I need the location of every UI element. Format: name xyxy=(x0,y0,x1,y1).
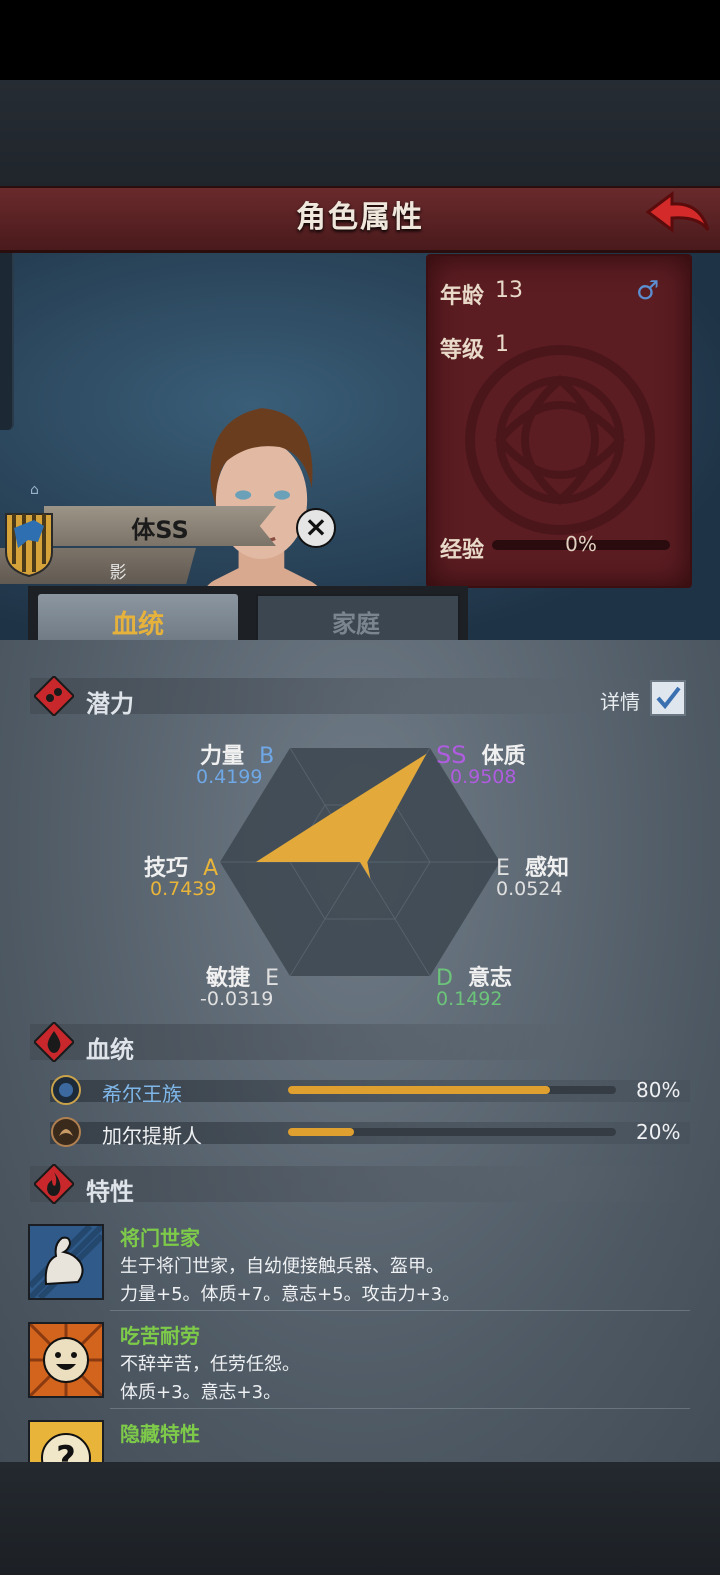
stat-value: -0.0319 xyxy=(200,988,274,1010)
back-arrow-icon[interactable] xyxy=(642,190,712,242)
exp-value: 0% xyxy=(565,532,597,556)
stat-value: 0.0524 xyxy=(496,878,563,900)
stat-value: 0.7439 xyxy=(150,878,217,900)
age-label: 年龄 xyxy=(440,284,485,309)
blood-drop-icon xyxy=(34,1022,74,1062)
lineage-name: 希尔王族 xyxy=(102,1082,182,1106)
flexing-arm-icon[interactable] xyxy=(28,1224,104,1300)
page-title: 角色属性 xyxy=(296,200,424,235)
lineage-percent: 80% xyxy=(636,1078,681,1102)
trait-name: 将门世家 xyxy=(120,1226,200,1250)
lineage-progress-fill xyxy=(288,1128,354,1136)
tab-family-label: 家庭 xyxy=(332,610,380,638)
svg-text:?: ? xyxy=(56,1439,76,1462)
trait-name: 隐藏特性 xyxy=(120,1422,200,1446)
stat-grade: SS xyxy=(436,741,467,769)
age-value: 13 xyxy=(495,278,523,303)
flame-icon xyxy=(34,1164,74,1204)
stat-value: 0.1492 xyxy=(436,988,503,1010)
bloodline-title: 血统 xyxy=(86,1036,134,1064)
trait-description: 不辞辛苦，任劳任怨。 xyxy=(120,1354,300,1375)
detail-checkbox[interactable] xyxy=(650,680,686,716)
traits-title: 特性 xyxy=(86,1178,134,1206)
lineage-name: 加尔提斯人 xyxy=(102,1124,202,1148)
level-value: 1 xyxy=(495,332,509,357)
wolf-crest-icon xyxy=(5,513,53,578)
exp-label: 经验 xyxy=(440,538,485,563)
footprint-icon xyxy=(34,676,74,716)
question-mark-icon[interactable]: ? xyxy=(28,1420,104,1462)
trait-description: 生于将门世家，自幼便接触兵器、盔甲。 xyxy=(120,1256,444,1277)
hidden-trait-icon-clip: ? xyxy=(28,1420,104,1462)
potential-title: 潜力 xyxy=(86,690,134,718)
trait-divider xyxy=(110,1408,690,1409)
character-title: 体SS xyxy=(131,516,189,544)
home-icon: ⌂ xyxy=(30,482,39,498)
bottom-backdrop xyxy=(0,1462,720,1575)
close-button[interactable]: × xyxy=(296,508,336,548)
celtic-knot-icon xyxy=(465,345,655,535)
royal-crest-icon xyxy=(51,1075,81,1105)
trait-effects: 力量+5。体质+7。意志+5。攻击力+3。 xyxy=(120,1284,461,1305)
header-backdrop xyxy=(0,80,720,188)
tribal-crest-icon xyxy=(51,1117,81,1147)
stat-value: 0.9508 xyxy=(450,766,517,788)
checkmark-icon xyxy=(656,686,681,710)
male-icon: ♂ xyxy=(636,276,660,306)
tab-bloodline-label: 血统 xyxy=(111,610,164,640)
character-name: 影 xyxy=(109,563,127,583)
trait-name: 吃苦耐劳 xyxy=(120,1324,200,1348)
lineage-progress-fill xyxy=(288,1086,550,1094)
lineage-percent: 20% xyxy=(636,1120,681,1144)
level-label: 等级 xyxy=(440,338,485,363)
smiling-face-icon[interactable] xyxy=(28,1322,104,1398)
status-bar-area xyxy=(0,0,720,80)
stat-value: 0.4199 xyxy=(196,766,263,788)
trait-divider xyxy=(110,1310,690,1311)
trait-effects: 体质+3。意志+3。 xyxy=(120,1382,282,1403)
detail-label: 详情 xyxy=(600,690,640,714)
